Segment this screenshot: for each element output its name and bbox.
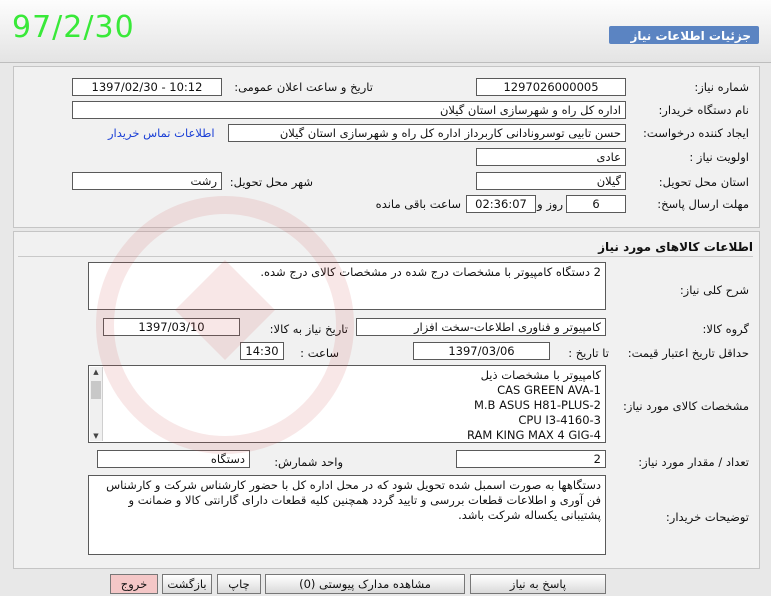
page-title: جزئیات اطلاعات نیاز (609, 26, 759, 44)
section-divider (18, 256, 753, 257)
respond-button[interactable]: پاسخ به نیاز (470, 574, 606, 594)
time-left-field: 02:36:07 (466, 195, 536, 213)
city-label: شهر محل تحویل: (229, 175, 313, 189)
buyer-label: نام دستگاه خریدار: (658, 103, 749, 117)
desc-label: توضیحات خریدار: (665, 510, 749, 524)
validity-time-label: ساعت : (300, 346, 339, 360)
validity-label: حداقل تاریخ اعتبار قیمت: (627, 346, 749, 360)
province-field: گیلان (476, 172, 626, 190)
province-label: استان محل تحویل: (658, 175, 749, 189)
buyer-field: اداره کل راه و شهرسازی استان گیلان (72, 101, 626, 119)
announce-label: تاریخ و ساعت اعلان عمومی: (234, 80, 373, 94)
scroll-down-icon[interactable]: ▼ (90, 431, 102, 441)
announce-field: 1397/02/30 - 10:12 (72, 78, 222, 96)
scroll-thumb[interactable] (91, 381, 101, 399)
validity-time-field: 14:30 (240, 342, 284, 360)
unit-field: دستگاه (97, 450, 250, 468)
qty-field: 2 (456, 450, 606, 468)
deadline-label: مهلت ارسال پاسخ: (657, 197, 749, 211)
spec-line: CPU I3-4160-3 (518, 413, 601, 427)
requester-field: حسن تابیی توسرونادانی کاربرداز اداره کل … (228, 124, 626, 142)
exit-button[interactable]: خروج (110, 574, 158, 594)
until-label: تا تاریخ : (568, 346, 609, 360)
specs-scrollbar[interactable]: ▲ ▼ (90, 367, 103, 441)
page-header: 97/2/30 جزئیات اطلاعات نیاز (0, 0, 771, 63)
scroll-up-icon[interactable]: ▲ (90, 367, 102, 377)
need-number-label: شماره نیاز: (694, 80, 749, 94)
goods-section-title: اطلاعات کالاهای مورد نیاز (598, 240, 753, 254)
spec-line: کامپیوتر با مشخصات ذیل (480, 368, 601, 382)
days-suffix: روز و (537, 197, 563, 211)
summary-field: 2 دستگاه کامپیوتر با مشخصات درج شده در م… (88, 262, 606, 310)
qty-label: تعداد / مقدار مورد نیاز: (638, 455, 749, 469)
desc-field: دستگاهها به صورت اسمبل شده تحویل شود که … (88, 475, 606, 555)
back-button[interactable]: بازگشت (162, 574, 212, 594)
city-field: رشت (72, 172, 222, 190)
print-button[interactable]: چاپ (217, 574, 261, 594)
specs-field[interactable]: ▲ ▼ کامپیوتر با مشخصات ذیل CAS GREEN AVA… (88, 365, 606, 443)
priority-field: عادی (476, 148, 626, 166)
spec-line: CAS GREEN AVA-1 (497, 383, 601, 397)
time-left-suffix: ساعت باقی مانده (375, 197, 461, 211)
priority-label: اولویت نیاز : (689, 150, 749, 164)
buyer-contact-link[interactable]: اطلاعات تماس خریدار (108, 126, 215, 140)
specs-label: مشخصات کالای مورد نیاز: (622, 399, 749, 413)
spec-line: RAM KING MAX 4 GIG-4 (466, 428, 601, 442)
summary-label: شرح کلی نیاز: (679, 283, 749, 297)
group-label: گروه کالا: (702, 322, 749, 336)
requester-label: ایجاد کننده درخواست: (643, 126, 749, 140)
validity-date-field: 1397/03/06 (413, 342, 550, 360)
spec-line: M.B ASUS H81-PLUS-2 (473, 398, 601, 412)
need-date-label: تاریخ نیاز به کالا: (269, 322, 348, 336)
need-number-field: 1297026000005 (476, 78, 626, 96)
unit-label: واحد شمارش: (274, 455, 343, 469)
days-field: 6 (566, 195, 626, 213)
attachments-button[interactable]: مشاهده مدارک پیوستی (0) (265, 574, 465, 594)
date-stamp: 97/2/30 (12, 10, 135, 45)
group-field: کامپیوتر و فناوری اطلاعات-سخت افزار (356, 318, 606, 336)
need-date-field: 1397/03/10 (103, 318, 240, 336)
